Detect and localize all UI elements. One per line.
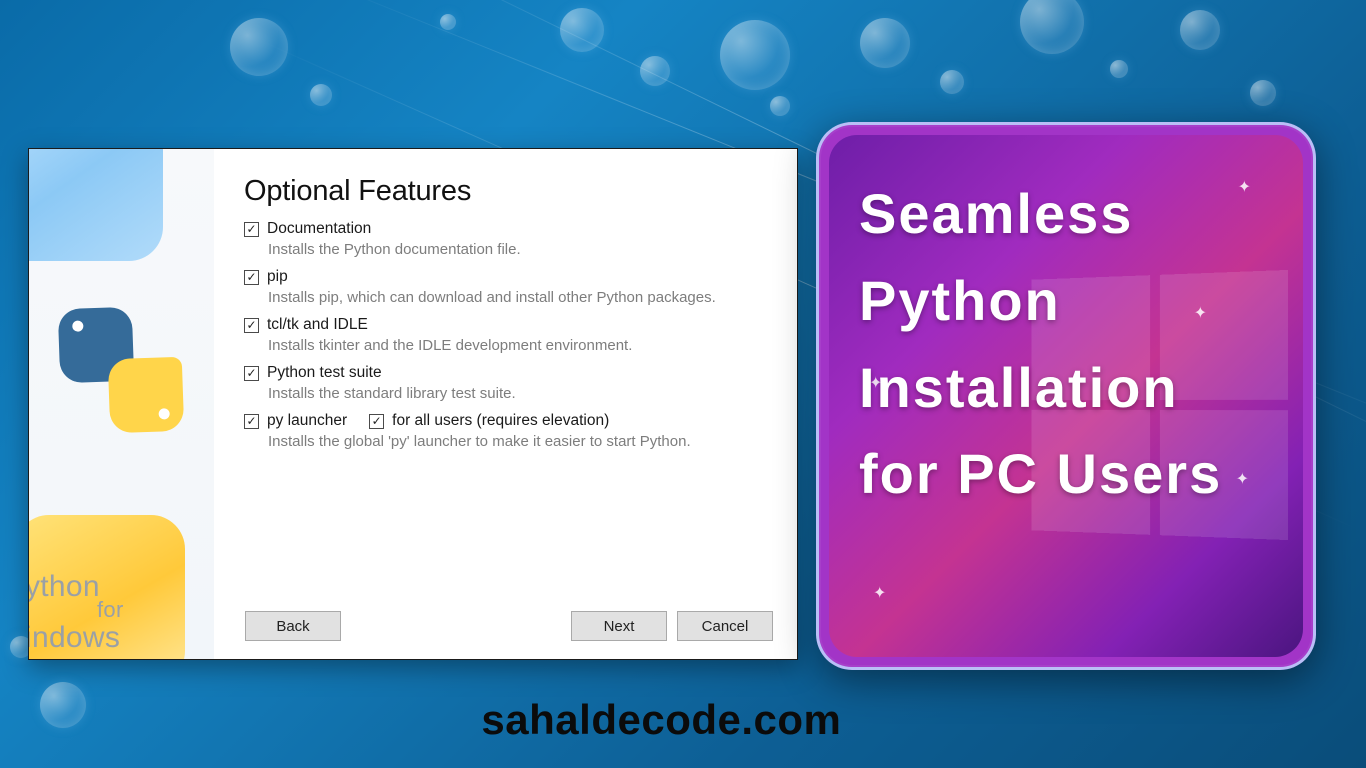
- promo-headline: Seamless Python Installation for PC User…: [859, 171, 1273, 518]
- feature-py-launcher: py launcher for all users (requires elev…: [244, 412, 775, 450]
- feature-tcltk-idle: tcl/tk and IDLE Installs tkinter and the…: [244, 316, 775, 354]
- feature-description: Installs the Python documentation file.: [268, 241, 775, 258]
- feature-description: Installs tkinter and the IDLE developmen…: [268, 337, 775, 354]
- python-installer-dialog: ython for indows Optional Features Docum…: [28, 148, 798, 660]
- checkbox-pip[interactable]: [244, 270, 259, 285]
- python-logo-icon: [55, 304, 187, 436]
- installer-sidebar: ython for indows: [29, 149, 214, 659]
- feature-description: Installs pip, which can download and ins…: [268, 289, 775, 306]
- next-button[interactable]: Next: [571, 611, 667, 641]
- feature-documentation: Documentation Installs the Python docume…: [244, 220, 775, 258]
- feature-description: Installs the standard library test suite…: [268, 385, 775, 402]
- checkbox-py-launcher[interactable]: [244, 414, 259, 429]
- feature-label: py launcher: [267, 412, 347, 430]
- feature-label: Python test suite: [267, 364, 382, 382]
- page-title: Optional Features: [244, 175, 775, 208]
- feature-label: Documentation: [267, 220, 371, 238]
- checkbox-tcltk[interactable]: [244, 318, 259, 333]
- back-button[interactable]: Back: [245, 611, 341, 641]
- feature-label: for all users (requires elevation): [392, 412, 609, 430]
- feature-description: Installs the global 'py' launcher to mak…: [268, 433, 775, 450]
- button-row: Back Next Cancel: [29, 611, 797, 641]
- cancel-button[interactable]: Cancel: [677, 611, 773, 641]
- checkbox-test-suite[interactable]: [244, 366, 259, 381]
- feature-label: pip: [267, 268, 288, 286]
- checkbox-all-users[interactable]: [369, 414, 384, 429]
- footer-url: sahaldecode.com: [481, 696, 841, 744]
- feature-test-suite: Python test suite Installs the standard …: [244, 364, 775, 402]
- feature-pip: pip Installs pip, which can download and…: [244, 268, 775, 306]
- installer-main-panel: Optional Features Documentation Installs…: [214, 149, 797, 659]
- checkbox-documentation[interactable]: [244, 222, 259, 237]
- feature-label: tcl/tk and IDLE: [267, 316, 368, 334]
- promo-card: ✦ ✦ ✦ ✦ ✦ Seamless Python Installation f…: [816, 122, 1316, 670]
